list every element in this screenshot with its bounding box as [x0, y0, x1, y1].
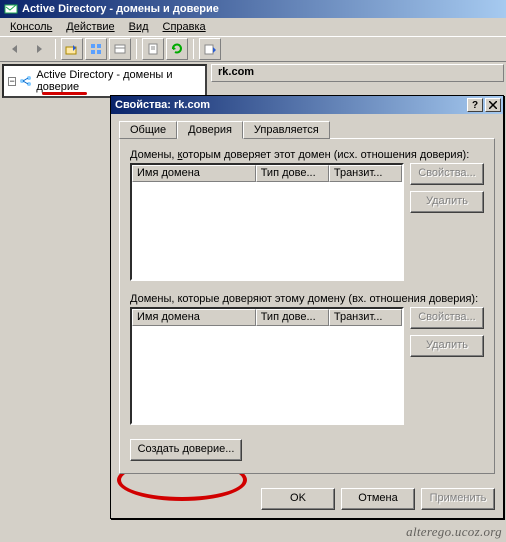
col-trust-type[interactable]: Тип дове...	[256, 165, 329, 182]
properties-dialog: Свойства: rk.com ? Общие Доверия Управля…	[110, 95, 504, 519]
domain-icon	[24, 95, 38, 98]
dialog-title-bar: Свойства: rk.com ?	[111, 96, 503, 114]
up-button[interactable]	[61, 38, 83, 60]
incoming-properties-button: Свойства...	[410, 307, 484, 329]
menu-help[interactable]: Справка	[157, 20, 212, 34]
help-button[interactable]: ?	[467, 98, 483, 112]
toolbar-separator	[55, 39, 56, 59]
tab-trusts[interactable]: Доверия	[177, 121, 243, 139]
cancel-button[interactable]: Отмена	[341, 488, 415, 510]
tab-strip: Общие Доверия Управляется	[119, 121, 495, 139]
col-transitive[interactable]: Транзит...	[329, 309, 402, 326]
watermark: alterego.ucoz.org	[406, 524, 502, 540]
col-domain-name[interactable]: Имя домена	[132, 309, 256, 326]
domains-icon	[19, 74, 33, 88]
col-domain-name[interactable]: Имя домена	[132, 165, 256, 182]
menu-console[interactable]: Консоль	[4, 20, 58, 34]
ok-button[interactable]: OK	[261, 488, 335, 510]
app-icon	[4, 2, 18, 16]
outgoing-trusts-label: Домены, которым доверяет этот домен (исх…	[130, 149, 484, 161]
menu-view[interactable]: Вид	[123, 20, 155, 34]
collapse-icon[interactable]: −	[8, 77, 16, 86]
dialog-footer: OK Отмена Применить	[111, 482, 503, 518]
toolbar-separator	[193, 39, 194, 59]
views-button[interactable]	[85, 38, 107, 60]
tree-child-label: rk.com	[41, 96, 74, 98]
menu-action[interactable]: Действие	[60, 20, 120, 34]
show-hide-button[interactable]	[109, 38, 131, 60]
close-button[interactable]	[485, 98, 501, 112]
tree-root[interactable]: − Active Directory - домены и доверие	[6, 68, 203, 94]
col-transitive[interactable]: Транзит...	[329, 165, 402, 182]
properties-button[interactable]	[142, 38, 164, 60]
toolbar-separator	[136, 39, 137, 59]
export-button[interactable]	[199, 38, 221, 60]
tree-pane[interactable]: − Active Directory - домены и доверие rk…	[2, 64, 207, 98]
incoming-list-header: Имя домена Тип дове... Транзит...	[132, 309, 402, 326]
col-trust-type[interactable]: Тип дове...	[256, 309, 329, 326]
new-trust-button[interactable]: Создать доверие...	[130, 439, 242, 461]
main-title-bar: Active Directory - домены и доверие	[0, 0, 506, 18]
back-button[interactable]	[4, 38, 26, 60]
incoming-trusts-list[interactable]: Имя домена Тип дове... Транзит...	[130, 307, 404, 425]
toolbar	[0, 36, 506, 62]
incoming-trusts-label: Домены, которые доверяют этому домену (в…	[130, 293, 484, 305]
main-title: Active Directory - домены и доверие	[22, 3, 219, 15]
apply-button: Применить	[421, 488, 495, 510]
tree-root-label: Active Directory - домены и доверие	[36, 69, 201, 93]
tab-general[interactable]: Общие	[119, 121, 177, 139]
list-header-label: rk.com	[218, 66, 254, 78]
outgoing-properties-button: Свойства...	[410, 163, 484, 185]
tab-panel-trusts: Домены, которым доверяет этот домен (исх…	[119, 138, 495, 474]
dialog-title: Свойства: rk.com	[115, 99, 210, 111]
outgoing-trusts-list[interactable]: Имя домена Тип дове... Транзит...	[130, 163, 404, 281]
incoming-remove-button: Удалить	[410, 335, 484, 357]
list-header: rk.com	[211, 64, 504, 82]
outgoing-remove-button: Удалить	[410, 191, 484, 213]
menu-bar: Консоль Действие Вид Справка	[0, 18, 506, 36]
tab-managed-by[interactable]: Управляется	[243, 121, 330, 139]
forward-button[interactable]	[28, 38, 50, 60]
refresh-button[interactable]	[166, 38, 188, 60]
outgoing-list-header: Имя домена Тип дове... Транзит...	[132, 165, 402, 182]
